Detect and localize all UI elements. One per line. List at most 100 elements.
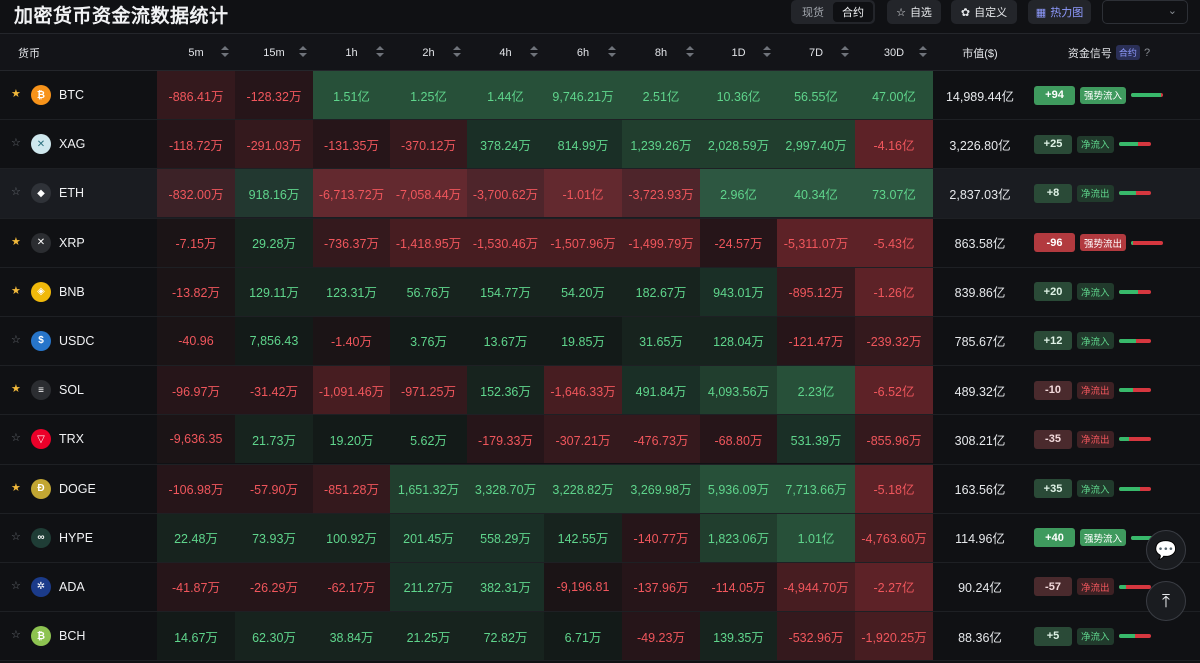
table-row[interactable]: ☆ ✲ ADA -41.87万 -26.29万 -62.17万 211.27万 382.31万… [0, 562, 1200, 613]
table-row[interactable]: ★ ₿ BTC -886.41万 -128.32万 1.51亿 1.25亿 1.44亿 9,74… [0, 71, 1200, 121]
flow-cell-15m: 7,856.43 [235, 316, 313, 365]
heatmap-button[interactable]: ▦ 热力图 [1028, 0, 1091, 24]
column-header-4h[interactable]: 4h [467, 34, 544, 71]
watchlist-button[interactable]: ☆ 自选 [887, 0, 941, 24]
column-header-1h[interactable]: 1h [313, 34, 390, 71]
signal-strength-bar [1131, 240, 1164, 245]
column-header-5m[interactable]: 5m [157, 34, 235, 71]
column-header-7d[interactable]: 7D [777, 34, 855, 71]
flow-cell-1h: -851.28万 [313, 464, 390, 513]
market-cap: 839.86亿 [954, 286, 1006, 301]
flow-cell-4h: -3,700.62万 [467, 169, 544, 218]
flow-cell-8h: 31.65万 [622, 316, 700, 365]
coin-symbol[interactable]: USDC [59, 317, 94, 365]
signal-strength-bar [1118, 437, 1151, 442]
market-cap: 489.32亿 [954, 384, 1006, 399]
customize-button[interactable]: ✿ 自定义 [951, 0, 1017, 24]
table-row[interactable]: ★ ◈ BNB -13.82万 129.11万 123.31万 56.76万 154.77万 5… [0, 267, 1200, 317]
flow-cell-30d: -1,920.25万 [855, 612, 933, 661]
flow-cell-4h: 3,328.70万 [467, 464, 544, 513]
sort-icon [453, 46, 461, 59]
coin-symbol[interactable]: DOGE [59, 465, 96, 513]
star-outline-icon[interactable]: ☆ [11, 630, 21, 641]
coin-symbol[interactable]: BNB [59, 268, 85, 316]
star-outline-icon[interactable]: ☆ [11, 138, 21, 149]
flow-cell-30d: -6.52亿 [855, 366, 933, 415]
help-icon[interactable]: ? [1144, 47, 1150, 59]
market-cap: 785.67亿 [954, 335, 1006, 350]
column-header-mcap[interactable]: 市值($) [933, 34, 1027, 71]
star-filled-icon[interactable]: ★ [11, 285, 21, 297]
flow-cell-15m: -128.32万 [235, 71, 313, 119]
table-row[interactable]: ☆ ▽ TRX -9,636.35 21.73万 19.20万 5.62万 -179.33万 -… [0, 415, 1200, 465]
flow-cell-6h: 814.99万 [544, 120, 622, 169]
star-outline-icon[interactable]: ☆ [11, 531, 21, 543]
coin-symbol[interactable]: XRP [59, 219, 85, 267]
segment-futures[interactable]: 合约 [833, 2, 873, 22]
coin-symbol[interactable]: HYPE [59, 514, 93, 562]
flow-cell-4h: 72.82万 [467, 612, 544, 661]
table-row[interactable]: ★ ✕ XRP -7.15万 29.28万 -736.37万 -1,418.95万 -1,53… [0, 218, 1200, 268]
star-outline-icon[interactable]: ☆ [11, 580, 21, 592]
signal-score: +8 [1034, 183, 1072, 203]
flow-cell-6h: 54.20万 [544, 267, 622, 316]
table-row[interactable]: ☆ ◆ ETH -832.00万 918.16万 -6,713.72万 -7,058.44万… [0, 169, 1200, 219]
flow-cell-4h: 154.77万 [467, 267, 544, 316]
flow-cell-30d: -4,763.60万 [855, 513, 933, 562]
fund-flow-table: 货币 5m 15m 1h 2h 4h 6h 8h 1D 7D 30D 市值($) 资金信号 合约? ★ ₿ B… [0, 33, 1200, 662]
flow-cell-6h: -307.21万 [544, 415, 622, 464]
star-outline-icon[interactable]: ☆ [11, 334, 21, 346]
coin-symbol[interactable]: ETH [59, 169, 84, 217]
options-dropdown[interactable]: ⌄ [1102, 0, 1188, 24]
star-filled-icon[interactable]: ★ [11, 89, 21, 100]
star-outline-icon[interactable]: ☆ [11, 187, 21, 198]
flow-cell-30d: -4.16亿 [855, 120, 933, 169]
column-header-30d[interactable]: 30D [855, 34, 933, 71]
column-header-6h[interactable]: 6h [544, 34, 622, 71]
column-header-8h[interactable]: 8h [622, 34, 700, 71]
flow-cell-8h: 3,269.98万 [622, 464, 700, 513]
segment-spot[interactable]: 现货 [793, 2, 833, 22]
coin-symbol[interactable]: TRX [59, 415, 84, 463]
star-filled-icon[interactable]: ★ [11, 236, 21, 248]
fund-signal: +12 净流入 [1034, 317, 1151, 365]
flow-cell-8h: 2.51亿 [622, 71, 700, 119]
flow-cell-1h: -736.37万 [313, 218, 390, 267]
heatmap-icon: ▦ [1035, 6, 1047, 19]
star-filled-icon[interactable]: ★ [11, 384, 21, 395]
chat-button[interactable]: 💬 [1146, 530, 1186, 570]
market-cap: 88.36亿 [958, 630, 1002, 645]
futures-tag: 合约 [1115, 45, 1140, 60]
flow-cell-1h: -1.40万 [313, 316, 390, 365]
table-row[interactable]: ☆ ₿ BCH 14.67万 62.30万 38.84万 21.25万 72.82万 6.71万… [0, 612, 1200, 662]
flow-cell-5m: -118.72万 [157, 120, 235, 169]
table-row[interactable]: ★ ≡ SOL -96.97万 -31.42万 -1,091.46万 -971.25万 152… [0, 366, 1200, 416]
star-outline-icon[interactable]: ☆ [11, 433, 21, 444]
coin-symbol[interactable]: BCH [59, 612, 85, 660]
star-filled-icon[interactable]: ★ [11, 482, 21, 494]
coin-symbol[interactable]: BTC [59, 71, 84, 119]
table-row[interactable]: ★ Ð DOGE -106.98万 -57.90万 -851.28万 1,651.32万 3,… [0, 464, 1200, 514]
column-header-2h[interactable]: 2h [390, 34, 467, 71]
flow-cell-2h: 56.76万 [390, 267, 467, 316]
flow-cell-2h: 211.27万 [390, 562, 467, 611]
market-cap: 14,989.44亿 [945, 89, 1015, 104]
column-header-15m[interactable]: 15m [235, 34, 313, 71]
flow-cell-2h: 1.25亿 [390, 71, 467, 119]
flow-cell-8h: -3,723.93万 [622, 169, 700, 218]
table-row[interactable]: ☆ $ USDC -40.96 7,856.43 -1.40万 3.76万 13.67万 19.… [0, 316, 1200, 367]
table-row[interactable]: ☆ ∞ HYPE 22.48万 73.93万 100.92万 201.45万 558.29万 1… [0, 513, 1200, 563]
coin-symbol[interactable]: XAG [59, 120, 85, 168]
coin-symbol[interactable]: SOL [59, 366, 84, 414]
flow-cell-8h: -1,499.79万 [622, 218, 700, 267]
scroll-top-button[interactable]: ⤒ [1146, 581, 1186, 621]
table-row[interactable]: ☆ ✕ XAG -118.72万 -291.03万 -131.35万 -370.12万 378… [0, 120, 1200, 170]
column-header-1d[interactable]: 1D [700, 34, 777, 71]
flow-cell-5m: -40.96 [157, 316, 235, 365]
flow-cell-1h: 38.84万 [313, 612, 390, 661]
market-cap: 163.56亿 [954, 483, 1006, 497]
coin-symbol[interactable]: ADA [59, 563, 85, 611]
market-type-toggle[interactable]: 现货 合约 [791, 0, 875, 24]
flow-cell-15m: -57.90万 [235, 464, 313, 513]
sort-icon [763, 46, 771, 59]
